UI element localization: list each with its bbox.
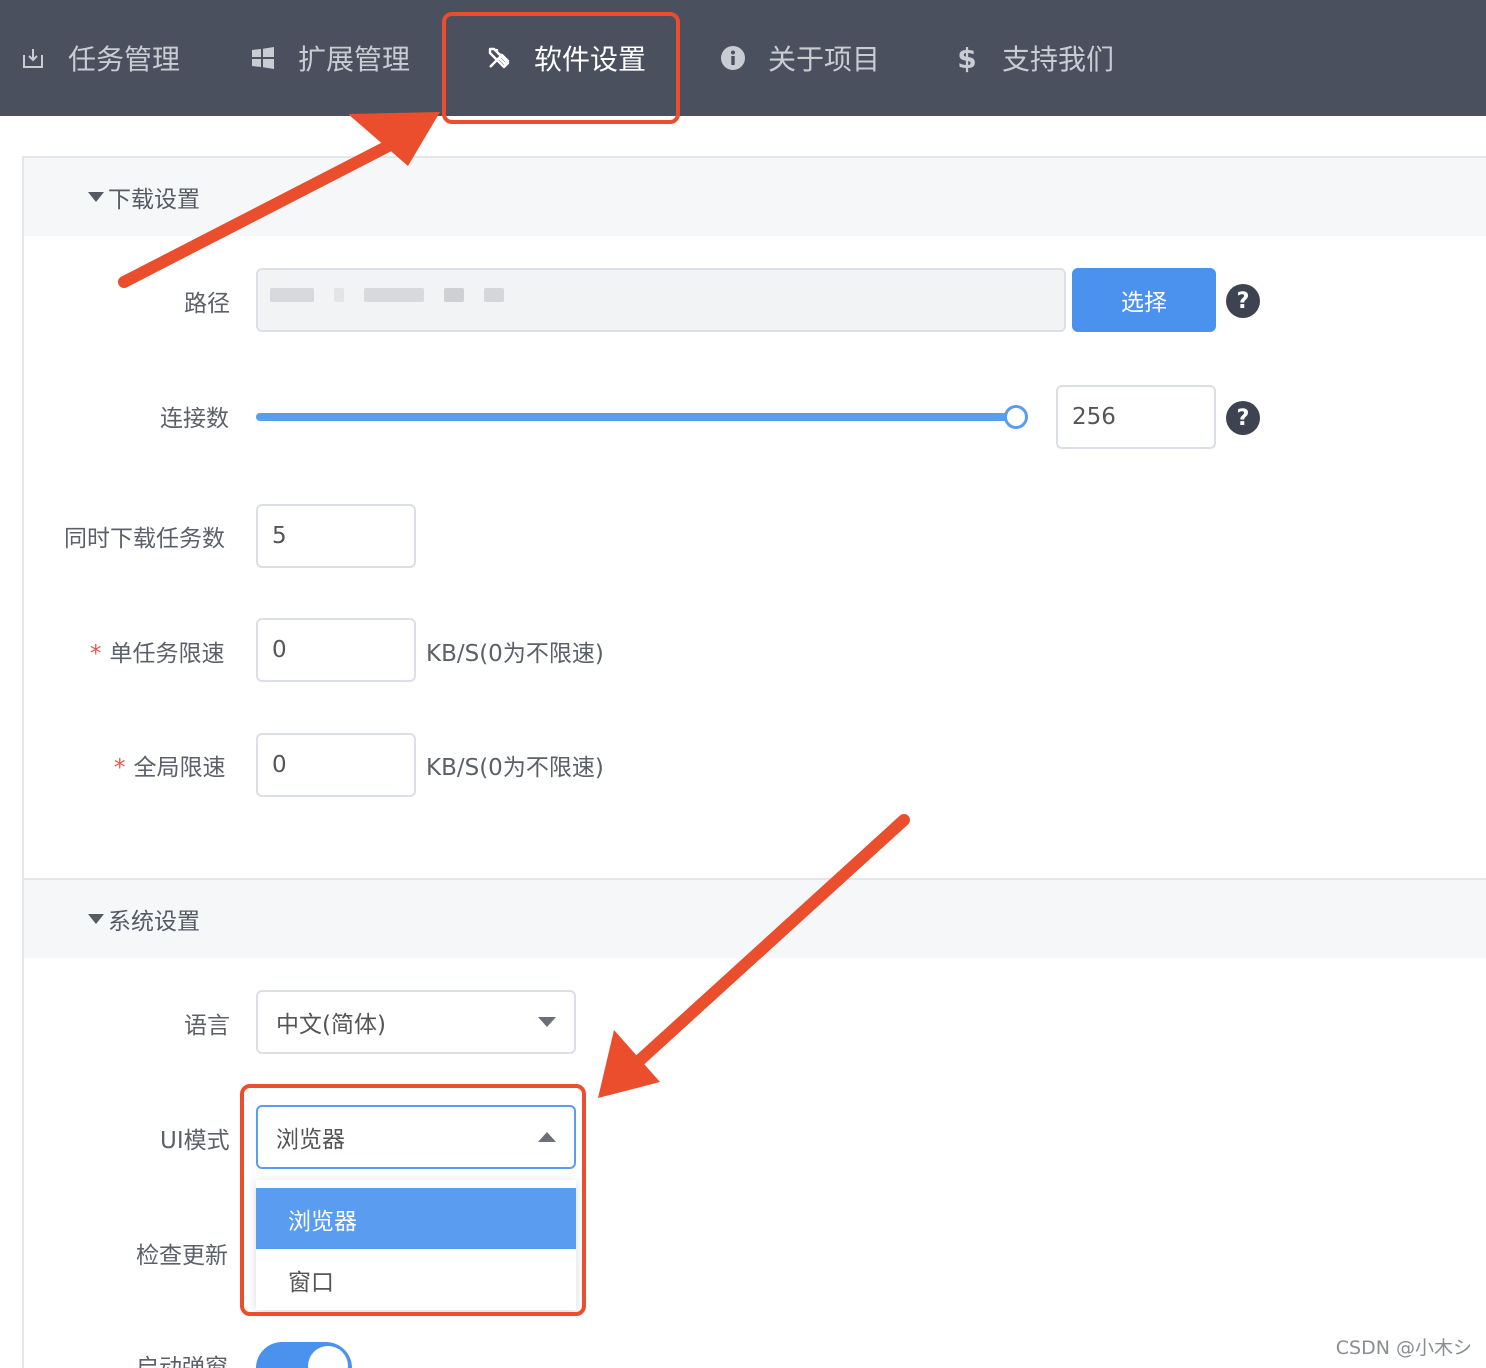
connections-help-icon[interactable]: ? <box>1226 401 1260 435</box>
nav-tab-extension-management[interactable]: 扩展管理 <box>250 0 410 116</box>
path-value-redacted <box>270 288 504 302</box>
concurrent-tasks-input[interactable]: 5 <box>256 504 416 568</box>
download-icon <box>20 45 46 71</box>
startup-popup-label: 启动弹窗 <box>136 1355 228 1368</box>
nav-tab-support-us[interactable]: $ 支持我们 <box>954 0 1114 116</box>
ui-mode-select-value: 浏览器 <box>276 1127 345 1153</box>
windows-icon <box>250 45 276 71</box>
ui-mode-option-window[interactable]: 窗口 <box>256 1249 576 1310</box>
download-settings-header[interactable]: 下载设置 <box>24 158 1486 236</box>
connections-slider-track[interactable] <box>256 413 1016 421</box>
ui-mode-select[interactable]: 浏览器 <box>256 1105 576 1169</box>
connections-label: 连接数 <box>160 406 229 432</box>
startup-popup-toggle[interactable] <box>256 1342 352 1368</box>
connections-slider-fill <box>256 413 1016 421</box>
language-label: 语言 <box>184 1013 230 1039</box>
collapse-triangle-icon <box>88 914 104 924</box>
toggle-knob <box>308 1346 348 1368</box>
path-label: 路径 <box>184 291 230 317</box>
top-navbar: 任务管理 扩展管理 软件设置 关于项目 $ 支持我们 <box>0 0 1486 116</box>
connections-slider-thumb[interactable] <box>1004 405 1028 429</box>
global-speed-input[interactable]: 0 <box>256 733 416 797</box>
settings-panel: 下载设置 系统设置 <box>22 156 1486 1368</box>
check-update-label: 检查更新 <box>136 1243 228 1269</box>
nav-tab-label: 软件设置 <box>534 43 647 76</box>
nav-tab-task-management[interactable]: 任务管理 <box>20 0 180 116</box>
ui-mode-option-browser[interactable]: 浏览器 <box>256 1188 576 1249</box>
global-speed-unit: KB/S(0为不限速) <box>426 755 604 781</box>
task-speed-unit: KB/S(0为不限速) <box>426 641 604 667</box>
concurrent-tasks-label: 同时下载任务数 <box>64 526 225 552</box>
choose-path-button[interactable]: 选择 <box>1072 268 1216 332</box>
task-speed-label: * 单任务限速 <box>90 641 225 667</box>
nav-tab-label: 关于项目 <box>768 43 881 76</box>
tools-icon <box>486 45 512 71</box>
language-select[interactable]: 中文(简体) <box>256 990 576 1054</box>
language-select-value: 中文(简体) <box>276 1012 386 1038</box>
download-settings-title: 下载设置 <box>88 180 200 214</box>
system-settings-header[interactable]: 系统设置 <box>24 880 1486 958</box>
nav-tab-label: 任务管理 <box>68 43 181 76</box>
nav-tab-about-project[interactable]: 关于项目 <box>720 0 880 116</box>
ui-mode-dropdown: 浏览器 窗口 <box>256 1180 576 1310</box>
system-settings-title: 系统设置 <box>88 902 200 936</box>
chevron-up-icon <box>538 1132 556 1142</box>
dollar-icon: $ <box>957 41 977 75</box>
chevron-down-icon <box>538 1017 556 1027</box>
collapse-triangle-icon <box>88 192 104 202</box>
required-marker: * <box>114 755 126 781</box>
info-icon <box>720 45 746 71</box>
task-speed-input[interactable]: 0 <box>256 618 416 682</box>
global-speed-label: * 全局限速 <box>114 755 226 781</box>
path-help-icon[interactable]: ? <box>1226 284 1260 318</box>
required-marker: * <box>90 641 102 667</box>
nav-tab-label: 扩展管理 <box>298 43 411 76</box>
watermark: CSDN @小木シ <box>1335 1337 1472 1359</box>
ui-mode-label: UI模式 <box>160 1128 230 1154</box>
connections-input[interactable]: 256 <box>1056 385 1216 449</box>
nav-tab-label: 支持我们 <box>1002 43 1115 76</box>
nav-tab-software-settings[interactable]: 软件设置 <box>486 0 646 116</box>
